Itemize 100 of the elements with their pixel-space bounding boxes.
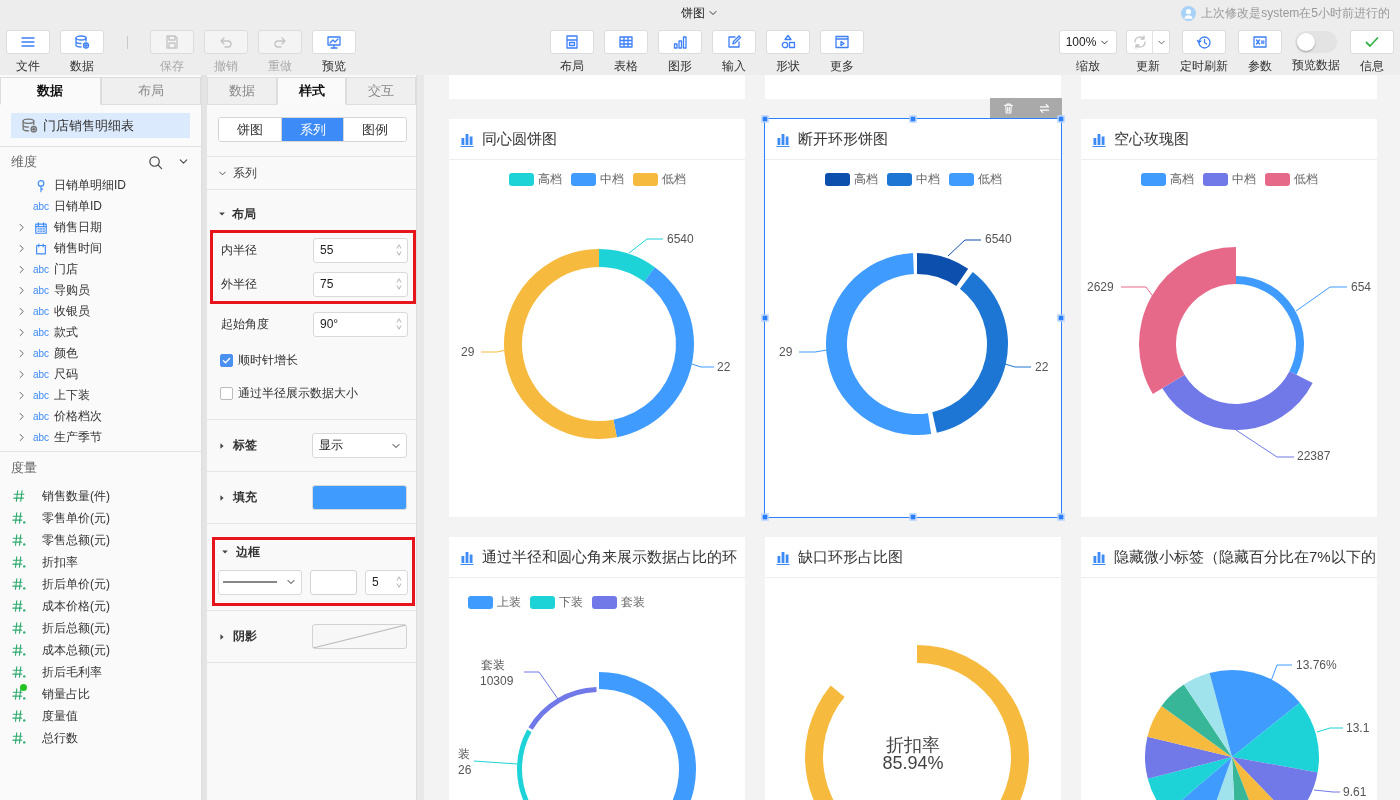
color-picker[interactable]: [312, 485, 407, 510]
segment-tab[interactable]: 饼图: [219, 118, 282, 141]
field-name[interactable]: 价格档次: [54, 408, 102, 425]
line-style-select[interactable]: [218, 569, 302, 595]
toolbar-button[interactable]: [60, 30, 104, 54]
resize-handle[interactable]: [761, 314, 769, 322]
number-field[interactable]: 5: [365, 569, 408, 595]
toolbar-button[interactable]: [712, 30, 756, 54]
checkbox[interactable]: [220, 387, 233, 400]
panel-tab[interactable]: 样式: [276, 77, 347, 105]
resize-handle[interactable]: [1057, 513, 1065, 521]
type-label: abc: [31, 348, 51, 359]
number-field[interactable]: 55: [313, 237, 408, 263]
spin-arrows-icon[interactable]: [394, 574, 404, 590]
chevron-right-icon[interactable]: [16, 327, 27, 338]
toggle-switch[interactable]: [1295, 31, 1337, 53]
chart-title: 空心玫瑰图: [1114, 129, 1189, 149]
legend-label: 低档: [661, 171, 686, 188]
chevron-right-icon[interactable]: [16, 306, 27, 317]
spin-arrows-icon[interactable]: [394, 276, 404, 292]
chart-card[interactable]: 通过半径和圆心角来展示数据占比的环 上装 下装 套装 套装 10309 装 26: [449, 537, 745, 800]
field-name[interactable]: 导购员: [54, 282, 90, 299]
chart-card[interactable]: 缺口环形占比图 折扣率 85.94%: [765, 537, 1061, 800]
search-icon[interactable]: [148, 154, 163, 170]
chevron-right-icon[interactable]: [16, 411, 27, 422]
field-name[interactable]: 折后毛利率: [42, 663, 102, 681]
user-avatar-icon: [1181, 5, 1197, 21]
toolbar-button[interactable]: [312, 30, 356, 54]
number-field[interactable]: 75: [313, 271, 408, 297]
trash-icon[interactable]: [1001, 101, 1015, 115]
toolbar-button[interactable]: [1182, 30, 1226, 54]
type-label: abc: [31, 411, 51, 422]
page-title: 饼图: [681, 4, 705, 22]
toolbar-button[interactable]: [604, 30, 648, 54]
toolbar-button[interactable]: [1350, 30, 1394, 54]
field-name[interactable]: 颜色: [54, 345, 78, 362]
toolbar-label: 信息: [1360, 58, 1384, 75]
chart-card[interactable]: 空心玫瑰图 高档 中档 低档 654 22387 2629: [1081, 119, 1377, 517]
chevron-right-icon[interactable]: [16, 390, 27, 401]
leader-line: [947, 239, 982, 257]
section-title: 边框: [236, 543, 260, 561]
field-name[interactable]: 收银员: [54, 303, 90, 320]
checkbox[interactable]: [220, 354, 233, 367]
toolbar-button[interactable]: [820, 30, 864, 54]
number-field[interactable]: 90°: [313, 311, 408, 337]
resize-handle[interactable]: [761, 115, 769, 123]
field-name[interactable]: 日销单明细ID: [54, 177, 126, 194]
toolbar-label: 撤销: [214, 58, 238, 75]
field-name[interactable]: 销售数量(件): [42, 487, 110, 505]
chevron-right-icon[interactable]: [16, 222, 27, 233]
resize-handle[interactable]: [761, 513, 769, 521]
toolbar-button[interactable]: [1238, 30, 1282, 54]
resize-handle[interactable]: [909, 115, 917, 123]
chevron-right-icon[interactable]: [16, 432, 27, 443]
zoom-dropdown[interactable]: 100%: [1059, 30, 1117, 54]
field-name[interactable]: 尺码: [54, 366, 78, 383]
toolbar-button[interactable]: [658, 30, 702, 54]
segment-tab[interactable]: 图例: [344, 118, 406, 141]
spin-arrows-icon[interactable]: [394, 242, 404, 258]
field-name[interactable]: 度量值: [42, 707, 78, 725]
field-name[interactable]: 折后单价(元): [42, 575, 110, 593]
panel-tab[interactable]: 数据: [0, 77, 101, 105]
field-name[interactable]: 零售单价(元): [42, 509, 110, 527]
data-label: 10309: [480, 673, 514, 689]
toolbar-button[interactable]: [6, 30, 50, 54]
select-field[interactable]: 显示: [312, 433, 407, 458]
chevron-right-icon[interactable]: [16, 243, 27, 254]
chevron-right-icon[interactable]: [16, 285, 27, 296]
swap-icon[interactable]: [1037, 101, 1051, 115]
resize-handle[interactable]: [909, 513, 917, 521]
field-name[interactable]: 销售时间: [54, 240, 102, 257]
field-name[interactable]: 上下装: [54, 387, 90, 404]
toolbar-button[interactable]: [550, 30, 594, 54]
field-name[interactable]: 日销单ID: [54, 198, 102, 215]
color-picker[interactable]: [310, 569, 357, 595]
chevron-right-icon[interactable]: [16, 348, 27, 359]
field-name[interactable]: 销售日期: [54, 219, 102, 236]
hash-icon: [12, 511, 26, 525]
field-name[interactable]: 零售总额(元): [42, 531, 110, 549]
resize-handle[interactable]: [1057, 314, 1065, 322]
field-name[interactable]: 款式: [54, 324, 78, 341]
dataset-item[interactable]: 门店销售明细表: [11, 113, 190, 138]
chart-card[interactable]: 同心圆饼图 高档 中档 低档 6540 22 29: [449, 119, 745, 517]
chart-card[interactable]: 隐藏微小标签（隐藏百分比在7%以下的 13.76% 13.1 9.61: [1081, 537, 1377, 800]
chevron-right-icon[interactable]: [16, 369, 27, 380]
field-name[interactable]: 销量占比: [42, 685, 90, 703]
field-name[interactable]: 成本总额(元): [42, 641, 110, 659]
field-name[interactable]: 折后总额(元): [42, 619, 110, 637]
chevron-right-icon[interactable]: [16, 264, 27, 275]
field-name[interactable]: 门店: [54, 261, 78, 278]
field-name[interactable]: 生产季节: [54, 429, 102, 446]
toolbar-button[interactable]: [766, 30, 810, 54]
field-label: 起始角度: [221, 315, 269, 333]
field-name[interactable]: 总行数: [42, 729, 78, 747]
spin-arrows-icon[interactable]: [394, 316, 404, 332]
field-name[interactable]: 成本价格(元): [42, 597, 110, 615]
hash-icon: [12, 621, 26, 635]
shadow-picker[interactable]: [312, 624, 407, 649]
layout-icon: [564, 34, 580, 50]
field-name[interactable]: 折扣率: [42, 553, 78, 571]
